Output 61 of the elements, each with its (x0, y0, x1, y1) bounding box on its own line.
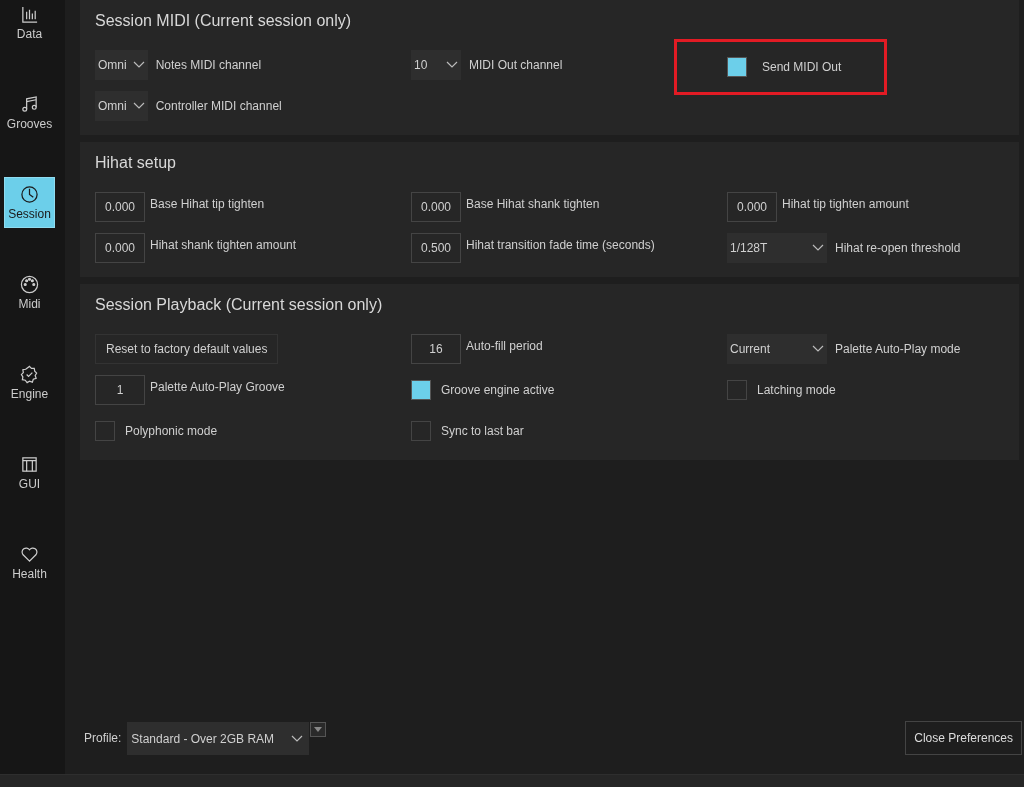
setting-label: Palette Auto-Play Groove (150, 379, 285, 394)
dropdown[interactable]: Omni (95, 91, 148, 121)
sidebar-item[interactable]: Engine (4, 357, 55, 408)
setting-label: Hihat tip tighten amount (782, 196, 909, 211)
checkbox[interactable] (727, 57, 747, 77)
sidebar-item[interactable]: Session (4, 177, 55, 228)
setting-label: MIDI Out channel (469, 58, 563, 72)
dropdown[interactable]: 1/128T (727, 233, 827, 263)
number-field[interactable]: 0.000 (95, 233, 145, 263)
checkbox-label: Polyphonic mode (125, 424, 218, 438)
sidebar-item[interactable]: Data (4, 0, 55, 48)
sidebar-item[interactable]: GUI (4, 447, 55, 498)
number-field[interactable]: 16 (411, 334, 461, 364)
setting-label: Hihat re-open threshold (835, 241, 961, 255)
checkbox[interactable] (727, 380, 747, 400)
gear-check-icon (20, 364, 39, 384)
setting-label: Palette Auto-Play mode (835, 342, 961, 356)
setting-label: Auto-fill period (466, 338, 543, 353)
checkbox[interactable] (411, 380, 431, 400)
panel-title: Session MIDI (Current session only) (95, 12, 353, 30)
checkbox-label: Groove engine active (441, 383, 555, 397)
clock-icon (20, 184, 39, 204)
number-field[interactable]: 0.500 (411, 233, 461, 263)
chevron-down-icon (812, 345, 824, 353)
dropdown[interactable]: Omni (95, 50, 148, 80)
bar-chart-icon (20, 4, 39, 24)
midi-connector-icon (20, 274, 39, 294)
checkbox-label: Sync to last bar (441, 424, 524, 438)
checkbox-label: Send MIDI Out (762, 60, 842, 74)
setting-label: Hihat shank tighten amount (150, 237, 297, 252)
number-field[interactable]: 0.000 (95, 192, 145, 222)
panel-title: Session Playback (Current session only) (95, 296, 384, 314)
heart-icon (20, 544, 39, 564)
setting-label: Base Hihat shank tighten (466, 196, 600, 211)
checkbox-label: Latching mode (757, 383, 836, 397)
number-field[interactable]: 0.000 (411, 192, 461, 222)
chevron-down-icon (446, 61, 458, 69)
sidebar-item[interactable]: Grooves (4, 87, 55, 138)
chevron-down-icon (132, 61, 145, 69)
number-field[interactable]: 0.000 (727, 192, 777, 222)
sidebar-item[interactable]: Midi (4, 267, 55, 318)
checkbox[interactable] (95, 421, 115, 441)
chevron-down-icon (291, 734, 304, 743)
number-field[interactable]: 1 (95, 375, 145, 405)
close-preferences-button[interactable]: Close Preferences (905, 721, 1022, 755)
window-icon (20, 454, 39, 474)
profile-dropdown[interactable]: Standard - Over 2GB RAM (127, 722, 310, 755)
sidebar-item[interactable]: Health (4, 537, 55, 588)
chevron-down-icon (132, 102, 145, 110)
setting-label: Controller MIDI channel (155, 99, 282, 113)
setting-label: Base Hihat tip tighten (150, 196, 265, 211)
profile-label: Profile: (84, 731, 122, 745)
chevron-down-icon (812, 244, 824, 252)
dropdown[interactable]: Current (727, 334, 827, 364)
setting-label: Notes MIDI channel (155, 58, 262, 72)
setting-label: Hihat transition fade time (seconds) (466, 237, 655, 252)
dropdown[interactable]: 10 (411, 50, 461, 80)
checkbox[interactable] (411, 421, 431, 441)
reset-button[interactable]: Reset to factory default values (95, 334, 279, 364)
panel-title: Hihat setup (95, 154, 177, 172)
music-note-icon (20, 94, 39, 114)
